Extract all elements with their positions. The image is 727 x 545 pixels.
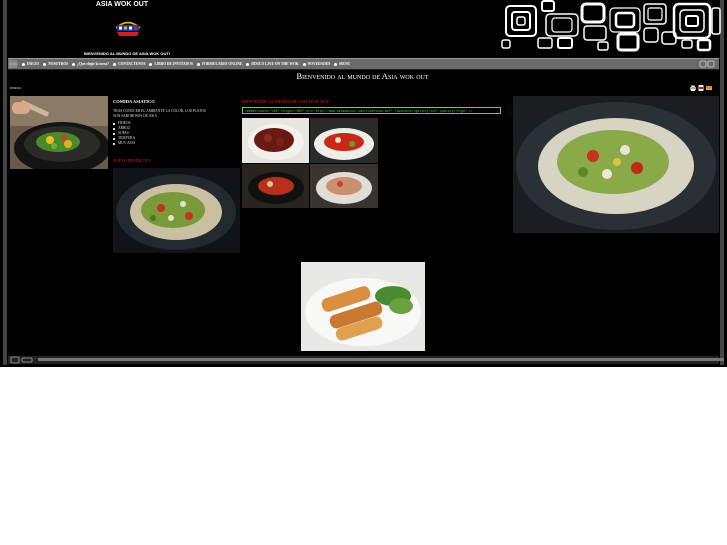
nav-item-menu[interactable]: MENU — [334, 62, 350, 66]
scrollbar-thumb[interactable] — [38, 358, 724, 361]
gallery-photo-2[interactable] — [310, 118, 378, 163]
gallery-photo-1[interactable] — [242, 118, 309, 163]
email-icon[interactable] — [706, 85, 712, 91]
breadcrumb[interactable]: INICIO — [10, 86, 21, 90]
nav-end-ornament-icon — [699, 60, 715, 68]
page-frame: ASIA WOK OUT BIENVENIDO AL MUNDO DE ASIA… — [0, 0, 727, 367]
new-product-photo[interactable] — [113, 168, 240, 253]
section-description: TRAS CONOCER EL AMBIENTE LA COLOR, LOS P… — [113, 109, 206, 118]
new-product-heading: NUEVO PRODUCTO! — [113, 158, 151, 163]
food-menu-list: FIDEOS ARROZ SOPAS TEMPURA MUY ASIA — [113, 121, 135, 146]
featured-dish-photo — [513, 96, 719, 233]
nav-item-contactenos[interactable]: CONTACTENOS — [112, 62, 145, 66]
welcome-heading: BIENVENIDO AL MUNDO DE ASIA WOK OUT! — [242, 99, 330, 104]
nav-item-que-elegir[interactable]: ¿Que elegir la mesa? — [72, 62, 109, 66]
gallery-photo-3[interactable] — [242, 164, 309, 208]
header-squares-pattern — [501, 0, 721, 52]
print-icon[interactable] — [690, 85, 696, 91]
page-title: Bienvenido al mundo de Asia wok out — [296, 71, 429, 81]
nav-grip-icon — [9, 60, 18, 68]
header-tagline: BIENVENIDO AL MUNDO DE ASIA WOK OUT! — [84, 51, 171, 56]
nav-item-live-wok[interactable]: RISICO LIVE ON THE WOK — [246, 62, 299, 66]
horizontal-scrollbar[interactable] — [8, 356, 724, 364]
section-title: COMIDA ASIATICO — [113, 99, 155, 104]
nav-item-formulario[interactable]: FORMULARIO ONLINE — [196, 62, 242, 66]
spring-rolls-photo — [301, 262, 425, 351]
logo-title[interactable]: ASIA WOK OUT — [92, 1, 152, 8]
nav-menu: INICIO NOSOTROS ¿Que elegir la mesa? CON… — [22, 59, 354, 69]
wok-cooking-photo — [10, 96, 108, 169]
logo-emblem-icon[interactable] — [113, 16, 143, 40]
nav-item-novedades[interactable]: NOVEDADES — [302, 62, 330, 66]
main-navigation: INICIO NOSOTROS ¿Que elegir la mesa? CON… — [8, 58, 719, 70]
page-tools — [690, 85, 712, 91]
pdf-icon[interactable] — [698, 85, 704, 91]
nav-item-inicio[interactable]: INICIO — [22, 62, 39, 66]
embed-code-box[interactable]: <embed width="400" height="300" src="htt… — [242, 107, 501, 114]
gallery-photo-4[interactable] — [310, 164, 378, 208]
nav-item-libro-invitados[interactable]: LIBRO DE INVITADOS — [149, 62, 193, 66]
scroll-grip-icon — [10, 356, 33, 364]
menu-item-muy-asia[interactable]: MUY ASIA — [113, 141, 135, 146]
nav-item-nosotros[interactable]: NOSOTROS — [43, 62, 68, 66]
